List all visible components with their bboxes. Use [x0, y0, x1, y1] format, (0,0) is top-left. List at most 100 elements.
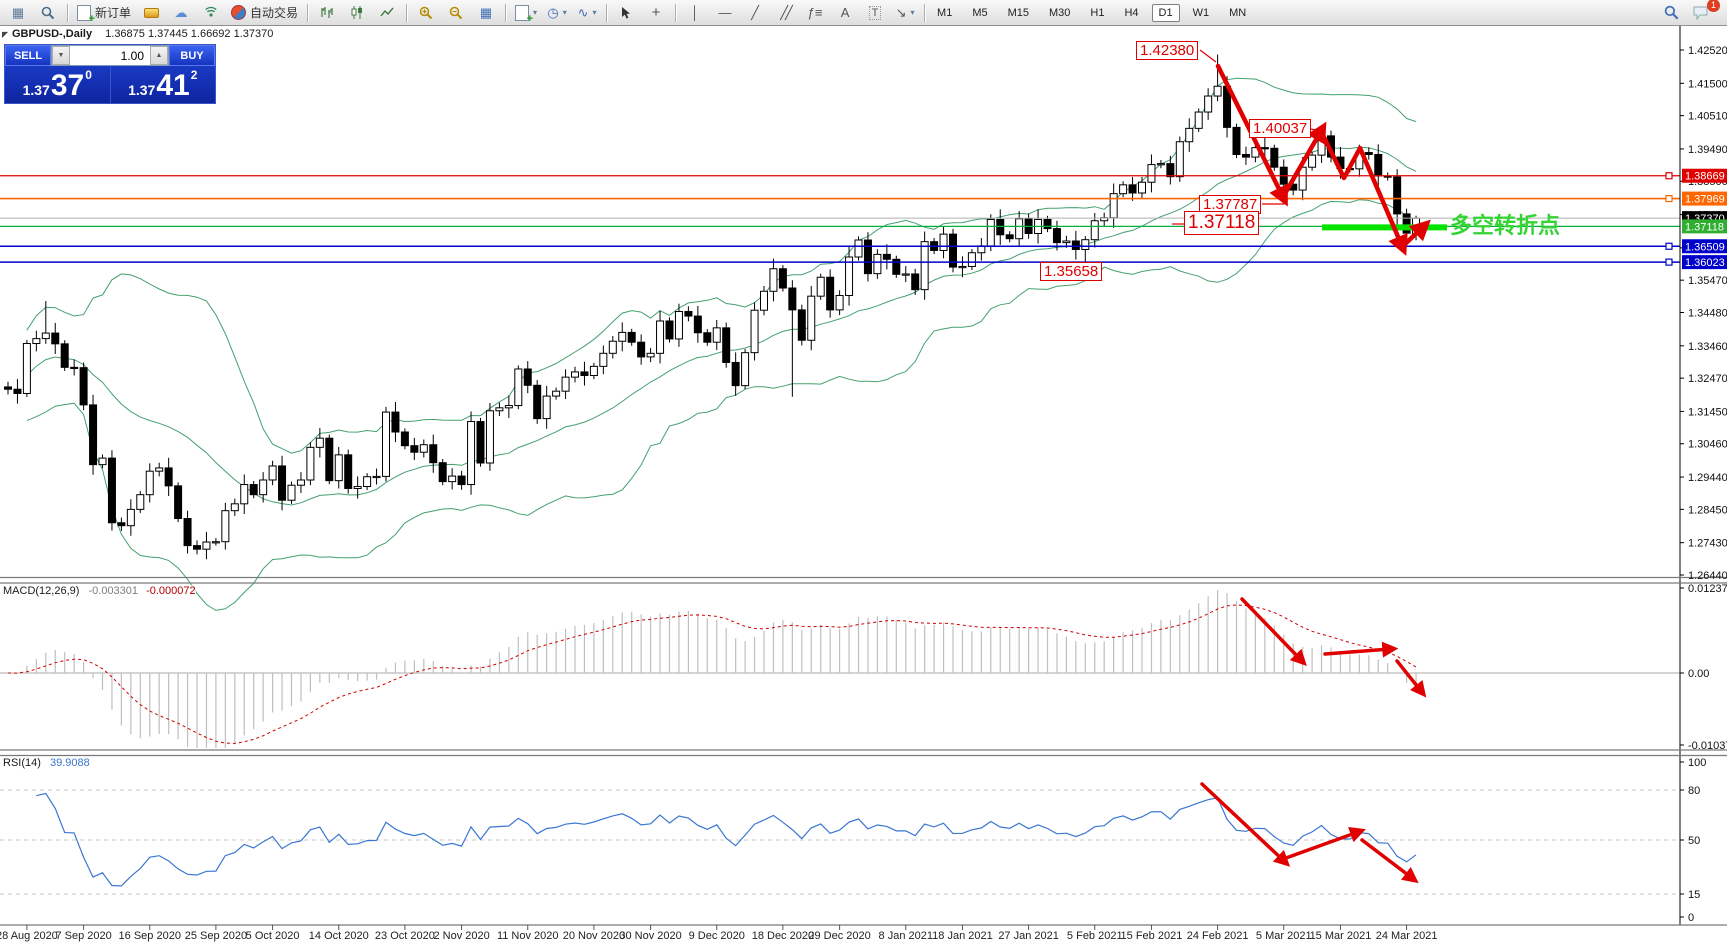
notifications-button[interactable]: 1 [1687, 0, 1720, 24]
candle-chart-button[interactable] [343, 2, 371, 24]
svg-text:27 Jan 2021: 27 Jan 2021 [998, 930, 1059, 942]
template-button[interactable]: ∿ ▾ [573, 2, 601, 24]
svg-text:100: 100 [1688, 757, 1706, 769]
search-button[interactable] [1657, 2, 1685, 24]
cursor-icon [622, 6, 631, 19]
separator [307, 3, 309, 22]
timeframe-button-M1[interactable]: M1 [930, 4, 959, 22]
text-tool-button[interactable]: A [831, 2, 859, 24]
macd-indicator-label: MACD(12,26,9) -0.003301 -0.000072 [3, 585, 196, 597]
svg-text:5 Feb 2021: 5 Feb 2021 [1067, 930, 1123, 942]
svg-text:1.28450: 1.28450 [1688, 504, 1727, 516]
macd-layer [0, 590, 1680, 748]
price-callout-1.35658[interactable]: 1.35658 [1040, 262, 1103, 282]
label-tool-button[interactable]: T [861, 2, 889, 24]
crosshair-icon: + [651, 4, 661, 21]
svg-text:1.40510: 1.40510 [1688, 111, 1727, 123]
autotrading-button[interactable]: 自动交易 [227, 2, 302, 24]
new-order-icon [77, 4, 95, 25]
chart-surface[interactable]: 1.425201.415001.405101.394901.385001.374… [0, 0, 1727, 944]
svg-text:0.00: 0.00 [1688, 668, 1709, 680]
volume-value[interactable]: 1.00 [70, 46, 150, 65]
new-chart-icon [515, 4, 533, 25]
cloud-icon: ☁ [174, 5, 188, 20]
svg-text:18 Jan 2021: 18 Jan 2021 [932, 930, 993, 942]
svg-text:23 Oct 2020: 23 Oct 2020 [375, 930, 435, 942]
macd-main-value: -0.003301 [88, 585, 139, 597]
vline-tool-button[interactable]: │ [681, 2, 709, 24]
buy-price[interactable]: 1.37 41 2 [111, 66, 216, 103]
horizontal-lines-layer[interactable] [0, 172, 1680, 266]
volume-decrease-button[interactable]: ▼ [52, 46, 70, 65]
svg-text:16 Sep 2020: 16 Sep 2020 [119, 930, 181, 942]
preview-button[interactable] [34, 2, 62, 24]
volume-stepper[interactable]: ▼ 1.00 ▲ [51, 45, 169, 66]
zoom-out-button[interactable] [442, 2, 470, 24]
signals-button[interactable] [197, 2, 225, 24]
svg-text:18 Dec 2020: 18 Dec 2020 [752, 930, 814, 942]
timeframe-button-H4[interactable]: H4 [1117, 4, 1145, 22]
notification-badge: 1 [1707, 0, 1720, 12]
buy-button[interactable]: BUY [169, 45, 215, 66]
symbol-period-label: GBPUSD-,Daily [12, 28, 93, 40]
arrows-tool-button[interactable]: ↘ ▾ [891, 2, 919, 24]
sell-price-big: 37 [50, 69, 85, 102]
sell-price-small: 1.37 [22, 82, 50, 98]
svg-text:30 Nov 2020: 30 Nov 2020 [619, 930, 681, 942]
timeframe-button-MN[interactable]: MN [1222, 4, 1253, 22]
timeframe-group: M1 M5 M15 M30 H1 H4 D1 W1 MN [930, 3, 1253, 22]
svg-text:1.31450: 1.31450 [1688, 406, 1727, 418]
svg-text:1.37118: 1.37118 [1685, 221, 1724, 233]
cloud-button[interactable]: ☁ [167, 2, 195, 24]
cursor-button[interactable] [612, 2, 640, 24]
timeframe-button-M5[interactable]: M5 [965, 4, 994, 22]
one-click-trading-panel: SELL ▼ 1.00 ▲ BUY 1.37 37 0 1.37 41 2 [4, 44, 216, 104]
chart-corner-marker: ◤ [2, 30, 9, 39]
period-button[interactable]: ◷ ▾ [543, 2, 571, 24]
svg-text:14 Oct 2020: 14 Oct 2020 [309, 930, 369, 942]
price-callout-1.42380[interactable]: 1.42380 [1136, 41, 1199, 61]
svg-text:28 Aug 2020: 28 Aug 2020 [0, 930, 58, 942]
price-callout-1.37118[interactable]: 1.37118 [1184, 211, 1260, 235]
bar-chart-button[interactable] [313, 2, 341, 24]
buy-price-sup: 2 [190, 68, 198, 82]
new-chart-button[interactable]: ▾ [511, 2, 541, 25]
tile-windows-button[interactable]: ▦ [472, 2, 500, 24]
separator [606, 3, 608, 22]
timeframe-button-H1[interactable]: H1 [1083, 4, 1111, 22]
chart-title: GBPUSD-,Daily 1.36875 1.37445 1.66692 1.… [12, 28, 273, 40]
volume-increase-button[interactable]: ▲ [150, 46, 168, 65]
signal-icon [205, 6, 217, 17]
grid-icon: ▦ [11, 5, 25, 20]
timeframe-button-W1[interactable]: W1 [1186, 4, 1217, 22]
channel-tool-button[interactable]: ╱╱ [771, 2, 799, 24]
axes-layer[interactable]: 1.425201.415001.405101.394901.385001.374… [0, 26, 1727, 942]
template-icon: ∿ [577, 5, 589, 20]
new-order-button[interactable]: 新订单 [73, 2, 135, 25]
timeframe-button-M15[interactable]: M15 [1001, 4, 1036, 22]
bar-chart-icon [321, 7, 333, 18]
hline-tool-button[interactable]: — [711, 2, 739, 24]
charts-grid-button[interactable]: ▦ [4, 2, 32, 24]
timeframe-button-D1[interactable]: D1 [1151, 3, 1180, 22]
zoom-in-button[interactable] [412, 2, 440, 24]
fibonacci-tool-button[interactable]: ƒ≡ [801, 2, 829, 24]
separator [924, 3, 926, 22]
timeframe-button-M30[interactable]: M30 [1042, 4, 1077, 22]
trendline-tool-button[interactable]: ╱ [741, 2, 769, 24]
svg-text:24 Mar 2021: 24 Mar 2021 [1376, 930, 1438, 942]
autotrading-icon [231, 5, 247, 20]
depth-of-market-button[interactable] [137, 2, 165, 24]
bollinger-bands-layer [26, 77, 1417, 611]
crosshair-button[interactable]: + [642, 2, 670, 24]
separator [67, 3, 68, 22]
svg-text:1.36509: 1.36509 [1685, 241, 1725, 253]
clock-icon: ◷ [547, 5, 559, 20]
chevron-down-icon: ▾ [562, 7, 567, 17]
sell-button[interactable]: SELL [5, 45, 51, 66]
sell-price[interactable]: 1.37 37 0 [5, 66, 111, 103]
zoom-out-icon [449, 6, 463, 19]
magnifier-icon [41, 6, 55, 19]
price-callout-1.40037[interactable]: 1.40037 [1249, 119, 1312, 139]
line-chart-button[interactable] [373, 2, 401, 24]
